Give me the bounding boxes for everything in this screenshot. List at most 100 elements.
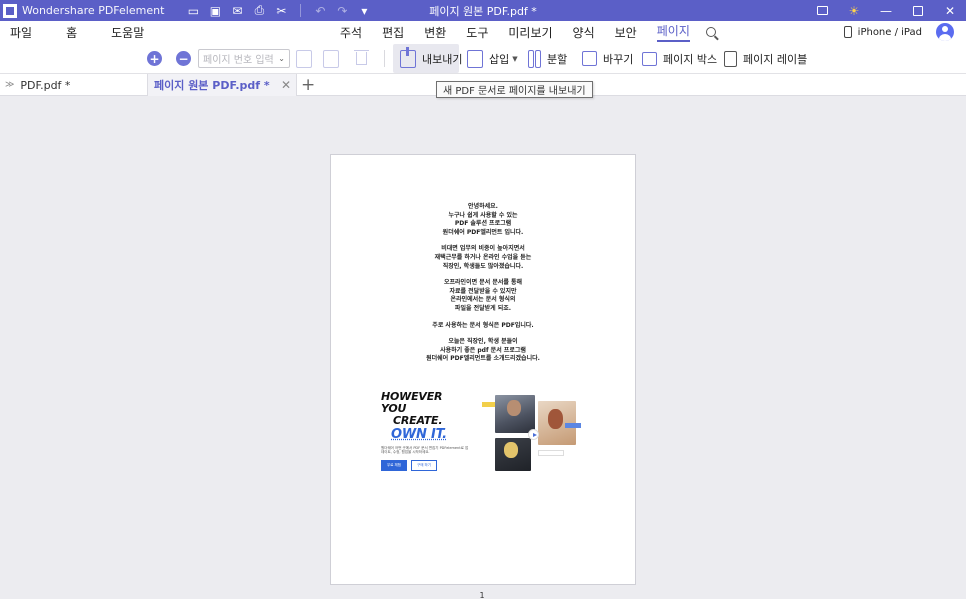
promo-primary-button: 무료 체험 [381,459,407,471]
zoom-in-icon[interactable]: + [147,51,162,66]
zoom-out-icon[interactable]: − [176,51,191,66]
close-icon[interactable]: ✕ [934,0,966,21]
menu-page[interactable]: 페이지 [656,22,690,42]
chevron-double-down-icon[interactable]: ≫ [5,80,14,90]
page-number-input[interactable]: 페이지 번호 입력 ⌄ [198,49,290,68]
audio-bar [538,450,564,456]
title-bar: Wondershare PDFelement ▭ ▣ ✉ ⎙ ✂ ↶ ↷ ▾ 페… [0,0,966,21]
insert-label: 삽입 [489,52,510,66]
scissors-icon[interactable]: ✂ [270,0,292,21]
menu-form[interactable]: 양식 [573,24,595,41]
play-icon [528,429,539,440]
replace-button[interactable]: 바꾸기 [582,43,633,74]
quick-access-dropdown-icon[interactable]: ▾ [353,0,375,21]
close-tab-icon[interactable]: ✕ [281,78,291,92]
tab-pdf[interactable]: ≫ PDF.pdf * [0,74,147,96]
extract-page-icon[interactable] [296,49,312,68]
text-line: 누구나 쉽게 사용할 수 있는 [448,211,518,219]
minimize-icon[interactable]: — [870,0,902,21]
add-tab-icon[interactable]: + [301,74,315,96]
text-line: 오늘은 직장인, 학생 분들이 [448,338,518,346]
export-label: 내보내기 [422,52,463,66]
iphone-ipad-link[interactable]: iPhone / iPad [858,27,922,38]
page-label-button[interactable]: 페이지 레이블 [724,43,807,74]
page-label-icon [724,50,737,67]
undo-icon[interactable]: ↶ [309,0,331,21]
promo-headline-3: OWN IT. [391,427,447,442]
email-icon[interactable]: ✉ [226,0,248,21]
text-line: 재택근무를 하거나 온라인 수업을 듣는 [434,253,532,261]
page-number-placeholder: 페이지 번호 입력 [203,55,274,66]
app-name: Wondershare PDFelement [22,4,165,17]
insert-dropdown-icon: ▼ [512,54,518,63]
text-line: 원더쉐어 PDF엘리먼트를 소개드리겠습니다. [426,355,540,363]
phone-icon [843,26,852,38]
insert-button[interactable]: 삽입 ▼ [467,43,518,74]
menu-comment[interactable]: 주석 [340,24,362,41]
split-page-icon [528,49,534,68]
save-icon[interactable]: ▣ [204,0,226,21]
app-logo-icon [3,3,17,18]
feedback-icon[interactable] [806,0,838,21]
menu-bar: 파일 홈 도움말 주석 편집 변환 도구 미리보기 양식 보안 페이지 iPho… [0,21,966,43]
menu-tools[interactable]: 도구 [466,24,488,41]
paragraph: 오늘은 직장인, 학생 분들이 사용하기 좋은 pdf 문서 프로그램 원더쉐어… [331,338,635,364]
photo-man [495,395,535,433]
split-button[interactable]: 분할 [528,43,567,74]
search-icon[interactable] [705,27,716,37]
tab-original-page-pdf[interactable]: 페이지 원본 PDF.pdf * ✕ [147,74,297,96]
open-folder-icon[interactable]: ▭ [182,0,204,21]
promo-buttons: 무료 체험 구매 하기 [381,459,469,471]
sticky-note-blue [565,423,581,428]
insert-page-icon [467,49,483,68]
pdf-page[interactable]: 안녕하세요. 누구나 쉽게 사용할 수 있는 PDF 솔루션 프로그램 원더쉐어… [330,154,636,585]
page-toolbar: + − 페이지 번호 입력 ⌄ 내보내기 삽입 ▼ 분할 바꾸기 페이지 박스 … [0,43,966,74]
text-line: 원더쉐어 PDF엘리먼트 입니다. [442,228,524,236]
promo-small-text: 원더쉐어 어떤 곳에서 PDF 문서 편집기 PDFelement로 업데이트,… [381,446,469,455]
promo-secondary-button: 구매 하기 [411,459,437,471]
user-avatar-icon[interactable] [936,23,954,41]
promo-headline-1: HOWEVER YOU [381,390,443,415]
print-icon[interactable]: ⎙ [248,0,270,21]
tab-label: 페이지 원본 PDF.pdf * [154,79,270,92]
text-line: 온라인에서는 문서 형식의 [450,296,516,304]
export-button[interactable]: 내보내기 [400,43,462,74]
page-box-button[interactable]: 페이지 박스 [642,43,717,74]
export-tooltip: 새 PDF 문서로 페이지를 내보내기 [436,81,593,98]
tab-label: PDF.pdf * [20,78,71,92]
crop-page-icon[interactable] [323,49,339,68]
promo-headline-2: CREATE. [393,414,443,427]
split-label: 분할 [547,52,568,66]
menu-home[interactable]: 홈 [66,24,77,41]
page-number: 1 [479,591,485,599]
menu-help[interactable]: 도움말 [111,24,144,41]
export-page-icon [400,46,416,68]
menu-file[interactable]: 파일 [10,24,32,41]
text-line: 오프라인이면 문서 문서를 통해 [443,279,523,287]
promo-image: HOWEVER YOU CREATE. OWN IT. 원더쉐어 어떤 곳에서 … [375,385,591,477]
divider [384,50,385,67]
page-label-label: 페이지 레이블 [743,52,808,66]
divider [300,4,302,17]
delete-page-icon[interactable] [354,50,369,65]
page-box-icon [642,51,657,66]
text-line: PDF 솔루션 프로그램 [454,220,512,228]
text-line: 안녕하세요. [468,203,498,210]
text-line: 직장인, 학생들도 많아졌습니다. [442,262,524,270]
menu-convert[interactable]: 변환 [424,24,446,41]
split-page-icon-right [535,49,541,68]
redo-icon[interactable]: ↷ [331,0,353,21]
menu-view[interactable]: 미리보기 [508,24,552,41]
theme-sun-icon[interactable]: ☀ [838,0,870,21]
text-line: 주로 사용하는 문서 형식은 PDF입니다. [432,321,534,329]
maximize-icon[interactable] [902,0,934,21]
paragraph: 비대면 업무의 비중이 높아지면서 재택근무를 하거나 온라인 수업을 듣는 직… [331,245,635,271]
menu-protect[interactable]: 보안 [615,24,637,41]
paragraph: 안녕하세요. 누구나 쉽게 사용할 수 있는 PDF 솔루션 프로그램 원더쉐어… [331,203,635,237]
paragraph: 주로 사용하는 문서 형식은 PDF입니다. [331,322,635,331]
page-box-label: 페이지 박스 [663,52,718,66]
menu-edit[interactable]: 편집 [382,24,404,41]
chevron-down-icon: ⌄ [278,54,285,63]
replace-label: 바꾸기 [603,52,634,66]
promo-text-block: HOWEVER YOU CREATE. OWN IT. 원더쉐어 어떤 곳에서 … [381,391,469,471]
